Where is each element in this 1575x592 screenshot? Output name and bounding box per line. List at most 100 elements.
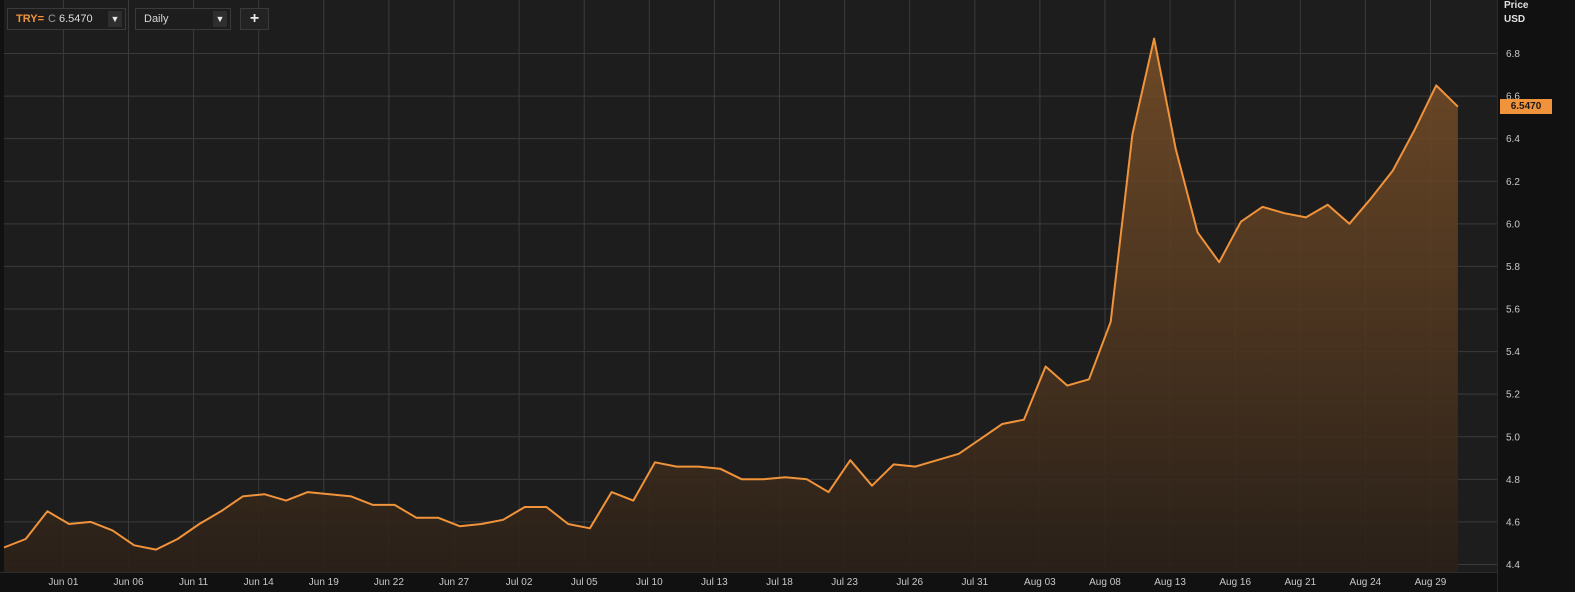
x-tick-label: Jun 01 (48, 577, 78, 588)
x-tick-label: Aug 03 (1024, 577, 1056, 588)
data-point (1044, 365, 1048, 369)
data-point (284, 499, 288, 503)
data-point (653, 460, 657, 464)
data-point (1217, 260, 1221, 264)
y-tick-label: 5.2 (1506, 390, 1520, 401)
data-point (1261, 205, 1265, 209)
y-tick-label: 6.8 (1506, 49, 1520, 60)
interval-selector[interactable]: Daily ▼ (135, 8, 231, 30)
data-point (132, 543, 136, 547)
data-point (610, 490, 614, 494)
data-point (1000, 422, 1004, 426)
data-point (1347, 222, 1351, 226)
y-tick-label: 4.8 (1506, 475, 1520, 486)
data-point (892, 462, 896, 466)
data-point (1174, 147, 1178, 151)
data-point (1413, 128, 1417, 132)
data-point (1434, 83, 1438, 87)
data-point (219, 509, 223, 513)
data-point (262, 492, 266, 496)
data-point (176, 537, 180, 541)
x-tick-label: Jul 18 (766, 577, 793, 588)
add-series-button[interactable]: + (240, 8, 269, 30)
data-point (1456, 105, 1460, 109)
chevron-down-icon[interactable]: ▼ (213, 11, 227, 27)
data-point (306, 490, 310, 494)
chevron-down-icon[interactable]: ▼ (108, 11, 122, 27)
data-point (545, 505, 549, 509)
data-point (1065, 384, 1069, 388)
x-tick-label: Jun 19 (309, 577, 339, 588)
data-point (501, 518, 505, 522)
x-tick-label: Jun 14 (244, 577, 274, 588)
data-point (67, 522, 71, 526)
x-tick-label: Aug 29 (1415, 577, 1447, 588)
data-point (436, 516, 440, 520)
data-point (566, 522, 570, 526)
price-chart[interactable]: 4.44.64.85.05.25.45.65.86.06.26.46.66.8J… (0, 0, 1575, 592)
data-point (762, 477, 766, 481)
data-point (89, 520, 93, 524)
y-axis-label: Price (1504, 0, 1529, 11)
data-point (870, 484, 874, 488)
y-tick-label: 4.4 (1506, 560, 1520, 571)
y-tick-label: 5.4 (1506, 347, 1520, 358)
y-tick-label: 5.8 (1506, 262, 1520, 273)
data-point (631, 499, 635, 503)
data-point (1391, 169, 1395, 173)
data-point (718, 467, 722, 471)
chart-toolbar: TRY= C 6.5470 ▼ Daily ▼ + (7, 8, 269, 32)
data-point (913, 465, 917, 469)
chart-area[interactable]: 4.4 4.6 4.8 5.0 5.2 5.4 5.6 5.8 6.0 6.2 6.4 6.6 6.8 J… (0, 0, 1575, 592)
data-point (1239, 220, 1243, 224)
data-point (371, 503, 375, 507)
data-point (241, 494, 245, 498)
y-tick-label: 4.6 (1506, 517, 1520, 528)
data-point (1196, 230, 1200, 234)
x-tick-label: Jun 11 (179, 577, 209, 588)
x-tick-label: Jul 26 (896, 577, 923, 588)
data-point (197, 522, 201, 526)
x-tick-label: Jun 06 (113, 577, 143, 588)
x-tick-label: Aug 08 (1089, 577, 1121, 588)
instrument-selector[interactable]: TRY= C 6.5470 ▼ (7, 8, 126, 30)
ric-price-prefix: C (48, 13, 56, 25)
x-tick-label: Jun 22 (374, 577, 404, 588)
data-point (957, 452, 961, 456)
ric-code: TRY= (16, 13, 45, 25)
data-point (1087, 377, 1091, 381)
y-tick-label: 6.2 (1506, 177, 1520, 188)
data-point (393, 503, 397, 507)
data-point (1304, 215, 1308, 219)
data-point (479, 522, 483, 526)
x-tick-label: Aug 24 (1350, 577, 1382, 588)
interval-label: Daily (144, 13, 169, 25)
data-point (675, 465, 679, 469)
y-tick-label: 6.0 (1506, 219, 1520, 230)
data-point (154, 548, 158, 552)
data-point (1022, 418, 1026, 422)
ric-price-value: 6.5470 (58, 13, 93, 25)
data-point (783, 475, 787, 479)
y-tick-label: 6.4 (1506, 134, 1520, 145)
y-axis-unit: USD (1504, 14, 1526, 25)
x-tick-label: Jul 10 (636, 577, 663, 588)
data-point (805, 477, 809, 481)
x-tick-label: Jul 23 (831, 577, 858, 588)
data-point (24, 537, 28, 541)
data-point (328, 492, 332, 496)
data-point (523, 505, 527, 509)
data-point (349, 494, 353, 498)
x-tick-label: Jul 31 (961, 577, 988, 588)
data-point (414, 516, 418, 520)
data-point (1369, 196, 1373, 200)
plus-icon: + (249, 10, 260, 27)
x-tick-label: Aug 21 (1284, 577, 1316, 588)
y-tick-label: 5.6 (1506, 305, 1520, 316)
x-tick-label: Aug 13 (1154, 577, 1186, 588)
y-tick-label: 5.0 (1506, 432, 1520, 443)
data-point (1109, 320, 1113, 324)
data-point (1326, 203, 1330, 207)
data-point (45, 509, 49, 513)
x-tick-label: Aug 16 (1219, 577, 1251, 588)
